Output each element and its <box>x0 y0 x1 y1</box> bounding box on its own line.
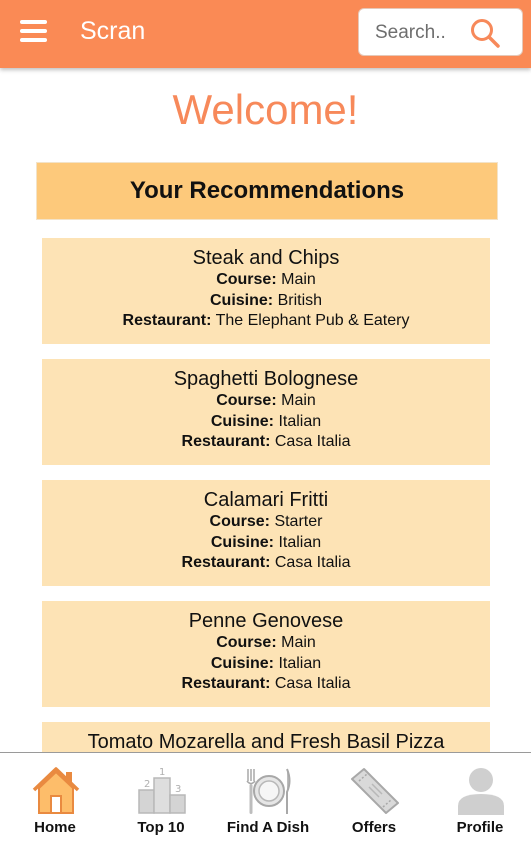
cuisine-label: Cuisine: <box>210 533 274 551</box>
course-value: Main <box>281 634 316 651</box>
cuisine-value: Italian <box>278 533 322 551</box>
cuisine-label: Cuisine: <box>210 654 274 672</box>
restaurant-line: Restaurant: The Elephant Pub & Eatery <box>42 311 490 332</box>
dish-name: Penne Genovese <box>188 610 344 632</box>
coupon-icon <box>351 768 399 814</box>
plate-cutlery-icon <box>246 768 291 814</box>
recommendation-card[interactable]: Steak and Chips Course: Main Cuisine: Br… <box>42 238 490 344</box>
nav-label-top-10: Top 10 <box>137 819 185 836</box>
restaurant-value: Casa Italia <box>274 433 351 450</box>
svg-text:1: 1 <box>159 767 165 778</box>
nav-label-home: Home <box>34 819 76 836</box>
recommendations-list[interactable]: Steak and Chips Course: Main Cuisine: Br… <box>0 220 531 752</box>
course-label: Course: <box>216 634 277 651</box>
course-value: Starter <box>274 513 323 530</box>
cuisine-value: Italian <box>278 654 322 672</box>
dish-name: Steak and Chips <box>192 247 340 269</box>
restaurant-value: Casa Italia <box>274 675 351 692</box>
course-line: Course: Main <box>42 391 490 412</box>
recommendation-card[interactable]: Spaghetti Bolognese Course: Main Cuisine… <box>42 359 490 465</box>
app-bar: Scran <box>0 0 531 68</box>
app-title: Scran <box>80 17 146 45</box>
cuisine-label: Cuisine: <box>209 291 274 309</box>
dish-name: Tomato Mozarella and Fresh Basil Pizza <box>87 731 445 752</box>
nav-label-offers: Offers <box>351 819 397 836</box>
nav-label-find-a-dish: Find A Dish <box>226 819 310 836</box>
nav-find-a-dish[interactable]: Find A Dish <box>218 753 318 846</box>
nav-offers[interactable]: Offers <box>324 753 424 846</box>
restaurant-label: Restaurant: <box>181 554 271 571</box>
recommendations-heading: Your Recommendations <box>36 162 498 220</box>
bottom-navigation: Home 2 1 3 Top 10 Find A Dish Offers Pro… <box>0 752 531 846</box>
welcome-heading: Welcome! <box>172 86 359 133</box>
restaurant-line: Restaurant: Casa Italia <box>42 553 490 574</box>
podium-icon: 2 1 3 <box>138 767 186 814</box>
nav-top-10[interactable]: 2 1 3 Top 10 <box>111 753 211 846</box>
restaurant-label: Restaurant: <box>181 433 271 450</box>
restaurant-label: Restaurant: <box>181 675 271 692</box>
home-icon <box>32 767 80 814</box>
nav-profile[interactable]: Profile <box>430 753 530 846</box>
course-label: Course: <box>216 271 277 288</box>
cuisine-value: Italian <box>278 412 322 430</box>
course-line: Course: Main <box>42 633 490 654</box>
cuisine-line: Cuisine: Italian <box>42 654 490 675</box>
course-label: Course: <box>209 513 270 530</box>
nav-home[interactable]: Home <box>5 753 105 846</box>
svg-text:3: 3 <box>175 784 181 795</box>
search-icon[interactable] <box>469 17 501 49</box>
dish-name: Spaghetti Bolognese <box>173 368 359 390</box>
dish-name: Calamari Fritti <box>203 489 329 511</box>
cuisine-line: Cuisine: Italian <box>42 412 490 433</box>
recommendation-card[interactable]: Penne Genovese Course: Main Cuisine: Ita… <box>42 601 490 707</box>
restaurant-value: The Elephant Pub & Eatery <box>215 312 410 329</box>
cuisine-line: Cuisine: Italian <box>42 533 490 554</box>
search-box[interactable] <box>358 8 523 56</box>
svg-text:2: 2 <box>144 779 150 790</box>
course-value: Main <box>281 271 316 288</box>
restaurant-value: Casa Italia <box>274 554 351 571</box>
cuisine-label: Cuisine: <box>210 412 274 430</box>
cuisine-line: Cuisine: British <box>42 291 490 312</box>
course-line: Course: Main <box>42 270 490 291</box>
course-value: Main <box>281 392 316 409</box>
cuisine-value: British <box>277 291 323 309</box>
hamburger-menu-icon[interactable] <box>20 20 47 44</box>
profile-icon <box>458 768 504 815</box>
restaurant-line: Restaurant: Casa Italia <box>42 432 490 453</box>
search-input[interactable] <box>375 20 475 46</box>
recommendation-card[interactable]: Calamari Fritti Course: Starter Cuisine:… <box>42 480 490 586</box>
restaurant-label: Restaurant: <box>122 312 212 329</box>
restaurant-line: Restaurant: Casa Italia <box>42 674 490 695</box>
course-line: Course: Starter <box>42 512 490 533</box>
nav-label-profile: Profile <box>456 819 504 836</box>
course-label: Course: <box>216 392 277 409</box>
recommendation-card[interactable]: Tomato Mozarella and Fresh Basil Pizza <box>42 722 490 752</box>
